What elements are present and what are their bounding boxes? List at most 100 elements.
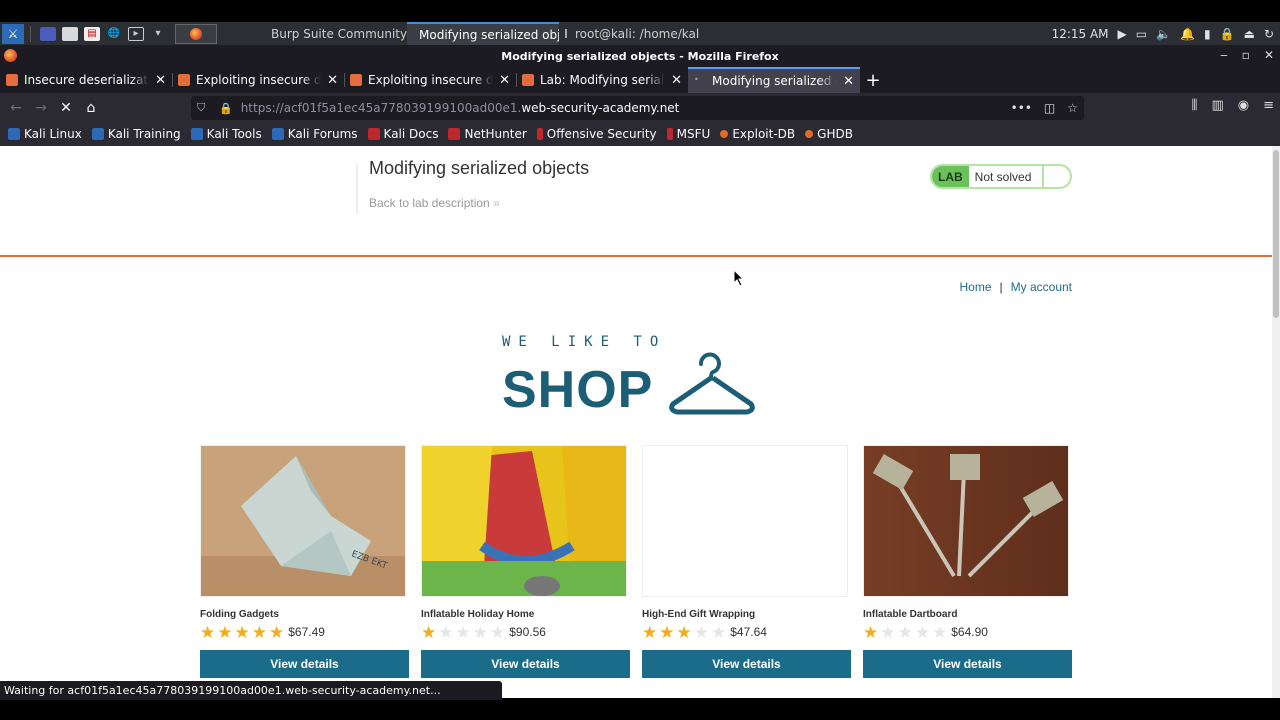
product-image[interactable]: EZB EKT — [200, 445, 406, 597]
refresh-icon[interactable]: ↻ — [1264, 27, 1274, 41]
back-button[interactable]: ← — [4, 96, 28, 120]
kali-menu-icon[interactable]: ⚔ — [2, 23, 24, 44]
star-icon: ★ — [269, 622, 285, 642]
view-details-button[interactable]: View details — [863, 650, 1072, 678]
lock-icon[interactable]: 🔒 — [1220, 27, 1235, 41]
battery-icon[interactable]: ▮ — [1204, 27, 1211, 41]
firefox-launcher-icon[interactable] — [175, 23, 217, 44]
close-tab-icon[interactable]: ✕ — [671, 73, 682, 88]
volume-icon[interactable]: 🔈 — [1156, 27, 1171, 41]
star-icon: ★ — [642, 622, 658, 642]
terminal-icon[interactable]: ▸ — [128, 26, 144, 41]
close-icon[interactable]: ✕ — [1264, 48, 1274, 62]
bookmark-exploit-db[interactable]: Exploit-DB — [720, 127, 795, 141]
display-icon[interactable]: ▭ — [1136, 27, 1147, 41]
tab-insecure-deserialization[interactable]: Insecure deserialization | ✕ — [0, 67, 172, 93]
home-link[interactable]: Home — [960, 280, 992, 294]
task-firefox[interactable]: Modifying serialized obj... — [407, 22, 559, 45]
bookmark-offensive-security[interactable]: Offensive Security — [536, 127, 657, 141]
star-icon: ★ — [472, 622, 488, 642]
shield-icon[interactable]: ⛉ — [197, 101, 209, 115]
bookmark-star-icon[interactable]: ☆ — [1067, 101, 1078, 115]
task-terminal[interactable]: root@kali: /home/kali — [559, 22, 699, 45]
minimize-icon[interactable]: ‒ — [1220, 48, 1228, 62]
notification-bell-icon[interactable]: 🔔 — [1180, 27, 1195, 41]
clock[interactable]: 12:15 AM — [1052, 27, 1109, 41]
bookmark-kali-docs[interactable]: Kali Docs — [367, 127, 438, 141]
bookmark-kali-linux[interactable]: Kali Linux — [8, 127, 82, 141]
star-icon: ★ — [217, 622, 233, 642]
shop-logo: WE LIKE TO SHOP — [502, 334, 759, 416]
browser-globe-icon[interactable]: 🌐 — [106, 27, 122, 41]
tab-label: Exploiting insecure deserial — [368, 73, 494, 87]
new-tab-button[interactable]: + — [860, 67, 886, 93]
kali-icon — [8, 128, 20, 140]
portswigger-icon — [350, 74, 362, 86]
pocket-icon[interactable]: ◫ — [1044, 101, 1055, 115]
product-name: High-End Gift Wrapping — [642, 609, 756, 620]
product-price: $64.90 — [951, 625, 988, 639]
product-rating: ★ ★ ★ ★ ★ $47.64 — [642, 622, 849, 642]
loading-icon: • — [694, 75, 699, 84]
star-icon: ★ — [932, 622, 948, 642]
view-details-button[interactable]: View details — [421, 650, 630, 678]
menu-icon[interactable]: ≡ — [1263, 98, 1274, 113]
account-icon[interactable]: ◉ — [1238, 98, 1249, 113]
window-title: Modifying serialized objects - Mozilla F… — [501, 49, 779, 63]
bookmark-kali-training[interactable]: Kali Training — [91, 127, 181, 141]
camera-icon[interactable]: ▶ — [1118, 27, 1127, 41]
stop-button[interactable]: ✕ — [54, 96, 78, 120]
tab-label: Insecure deserialization | — [24, 73, 149, 87]
bookmark-kali-forums[interactable]: Kali Forums — [271, 127, 358, 141]
scrollbar-thumb[interactable] — [1273, 150, 1279, 318]
page-actions-icon[interactable]: ••• — [1011, 101, 1032, 115]
lock-icon[interactable]: 🔒 — [219, 102, 233, 115]
logout-icon[interactable]: ⏏ — [1244, 27, 1255, 41]
product-image[interactable] — [863, 445, 1069, 597]
product-card: Inflatable Holiday Home ★ ★ ★ ★ ★ $90.56 Vie… — [421, 445, 630, 678]
tab-exploiting-1[interactable]: Exploiting insecure deserial ✕ — [172, 67, 344, 93]
bookmark-msfu[interactable]: MSFU — [666, 127, 710, 141]
lab-status-badge: LAB Not solved — [930, 164, 1072, 189]
bookmark-ghdb[interactable]: GHDB — [805, 127, 853, 141]
close-tab-icon[interactable]: ✕ — [843, 74, 854, 89]
home-button[interactable]: ⌂ — [79, 96, 103, 120]
product-image[interactable] — [421, 445, 627, 597]
view-details-button[interactable]: View details — [200, 650, 409, 678]
chevron-down-icon[interactable]: ▾ — [150, 27, 166, 41]
maximize-icon[interactable]: ▫ — [1242, 48, 1250, 62]
close-tab-icon[interactable]: ✕ — [327, 73, 338, 88]
navigation-toolbar: ← → ✕ ⌂ ⛉ 🔒 https://acf01f5a1ec45a778039… — [0, 93, 1280, 122]
offsec-icon — [536, 128, 543, 140]
close-tab-icon[interactable]: ✕ — [155, 73, 166, 88]
bookmark-kali-tools[interactable]: Kali Tools — [190, 127, 262, 141]
product-card: High-End Gift Wrapping ★ ★ ★ ★ ★ $47.64 View… — [642, 445, 851, 678]
url-text[interactable]: https://acf01f5a1ec45a778039199100ad00e1… — [241, 101, 680, 115]
tab-modifying-serialized[interactable]: • Modifying serialized obje ✕ — [688, 67, 860, 93]
sidebar-icon[interactable]: ▥ — [1211, 98, 1223, 113]
file-manager-icon[interactable] — [62, 26, 78, 41]
workspace-icon[interactable] — [40, 26, 56, 41]
portswigger-icon — [522, 74, 534, 86]
bookmark-nethunter[interactable]: NetHunter — [448, 127, 527, 141]
task-burp[interactable]: Burp Suite Community E... — [257, 22, 407, 45]
status-toggle — [1042, 166, 1070, 187]
msfu-icon — [666, 128, 673, 140]
text-editor-icon[interactable]: ▤ — [84, 26, 100, 41]
url-bar[interactable]: ⛉ 🔒 https://acf01f5a1ec45a778039199100ad… — [191, 96, 1084, 120]
star-icon: ★ — [914, 622, 930, 642]
tab-exploiting-2[interactable]: Exploiting insecure deserial ✕ — [344, 67, 516, 93]
close-tab-icon[interactable]: ✕ — [499, 73, 510, 88]
forward-button[interactable]: → — [29, 96, 53, 120]
star-icon: ★ — [863, 622, 879, 642]
my-account-link[interactable]: My account — [1011, 280, 1072, 294]
tab-label: Exploiting insecure deserial — [196, 73, 322, 87]
product-image[interactable] — [642, 445, 848, 597]
back-to-lab-link[interactable]: Back to lab description » — [369, 196, 500, 210]
tab-lab[interactable]: Lab: Modifying serialized obj ✕ — [516, 67, 688, 93]
page-scrollbar[interactable] — [1272, 146, 1280, 698]
tab-label: Lab: Modifying serialized obj — [540, 73, 665, 87]
view-details-button[interactable]: View details — [642, 650, 851, 678]
library-icon[interactable]: ⫼ — [1191, 98, 1197, 113]
ghdb-icon — [805, 130, 814, 138]
